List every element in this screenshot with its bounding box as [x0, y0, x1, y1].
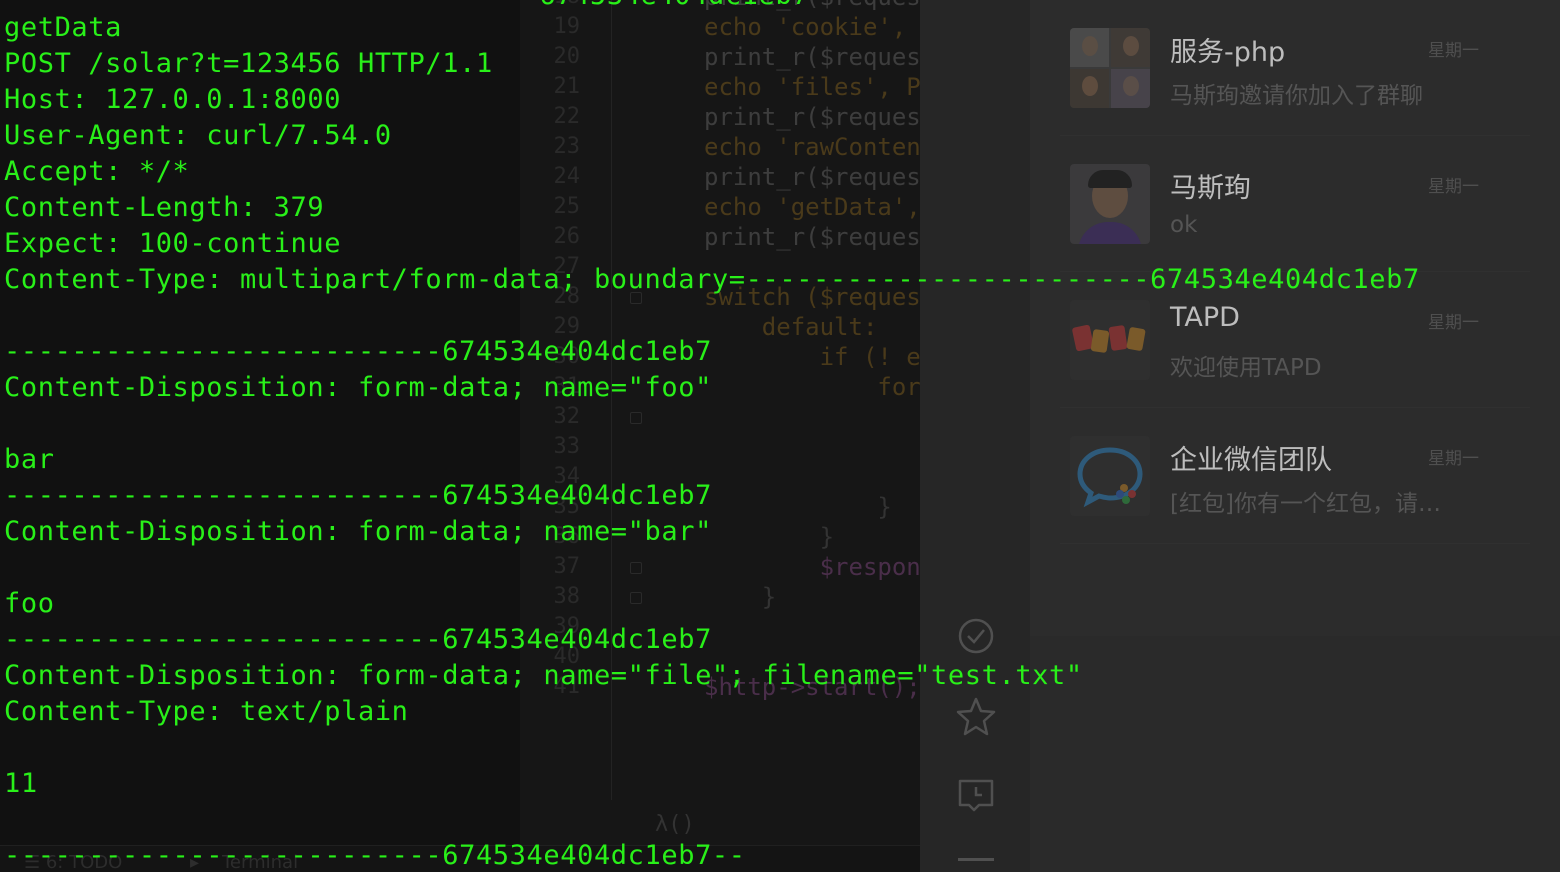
- code-line: fore: [704, 373, 920, 401]
- line-number: 33: [553, 434, 581, 459]
- conversation-item[interactable]: 服务-php 星期一 马斯珣邀请你加入了群聊: [1060, 0, 1530, 136]
- fold-marker-icon[interactable]: [630, 562, 642, 574]
- person-avatar: [1070, 164, 1150, 244]
- line-number: 21: [553, 74, 581, 99]
- code-line: if (! em: [704, 343, 920, 371]
- clock-message-icon[interactable]: [956, 776, 996, 816]
- line-number: 24: [553, 164, 581, 189]
- conversation-preview: 马斯珣邀请你加入了群聊: [1170, 83, 1423, 109]
- conversation-time: 星期一: [1428, 449, 1479, 469]
- code-line: print_r($reques: [704, 43, 920, 71]
- terminal-line: Content-Disposition: form-data; name="fi…: [4, 660, 1083, 691]
- line-number: 20: [553, 44, 581, 69]
- code-line: $respons: [704, 553, 920, 581]
- terminal-line: getData: [4, 12, 122, 43]
- lambda-label: λ(): [655, 812, 695, 837]
- fold-marker-icon[interactable]: [630, 592, 642, 604]
- line-number: 37: [553, 554, 581, 579]
- line-number: 32: [553, 404, 581, 429]
- line-number: 23: [553, 134, 581, 159]
- terminal-line: --------------------------674534e404dc1e…: [4, 480, 712, 511]
- terminal-line: User-Agent: curl/7.54.0: [4, 120, 392, 151]
- code-line: print_r($reques: [704, 163, 920, 191]
- chat-icon-strip: [920, 0, 1030, 872]
- more-icon[interactable]: [958, 858, 994, 861]
- conversation-preview: ok: [1170, 212, 1198, 238]
- terminal-line: foo: [4, 588, 55, 619]
- terminal-line: POST /solar?t=123456 HTTP/1.1: [4, 48, 493, 79]
- code-line: }: [704, 523, 835, 551]
- conversation-item[interactable]: 马斯珣 星期一 ok: [1060, 136, 1530, 272]
- code-line: }: [704, 493, 892, 521]
- fold-marker-icon[interactable]: [630, 412, 642, 424]
- conversation-time: 星期一: [1428, 177, 1479, 197]
- code-line: }: [704, 583, 777, 611]
- code-line: echo 'getData',: [704, 193, 920, 221]
- chat-app-panel: 服务-php 星期一 马斯珣邀请你加入了群聊 马斯珣 星期一 ok TAPD 星…: [920, 0, 1560, 872]
- star-icon[interactable]: [956, 696, 996, 736]
- line-number: 38: [553, 584, 581, 609]
- conversation-name: 马斯珣: [1170, 173, 1251, 204]
- terminal-line: Accept: */*: [4, 156, 190, 187]
- terminal-line: --------------------------674534e404dc1e…: [4, 336, 712, 367]
- terminal-line: Content-Disposition: form-data; name="ba…: [4, 516, 712, 547]
- conversation-preview: [红包]你有一个红包，请…: [1170, 491, 1441, 517]
- terminal-line: --------------------------674534e404dc1e…: [4, 840, 746, 871]
- terminal-line: Content-Length: 379: [4, 192, 325, 223]
- terminal-line: Host: 127.0.0.1:8000: [4, 84, 342, 115]
- code-editor-background: 1819202122232425262728293031323334353637…: [520, 0, 920, 872]
- conversation-name: 企业微信团队: [1170, 445, 1332, 476]
- conversation-time: 星期一: [1428, 41, 1479, 61]
- line-number: 22: [553, 104, 581, 129]
- conversation-list-empty-area: [1030, 636, 1560, 872]
- terminal-line: Content-Disposition: form-data; name="fo…: [4, 372, 712, 403]
- code-line: echo 'cookie', P: [704, 13, 920, 41]
- terminal-line: Expect: 100-continue: [4, 228, 342, 259]
- conversation-name: 服务-php: [1170, 37, 1286, 68]
- terminal-line: Content-Type: multipart/form-data; bound…: [4, 264, 1420, 295]
- code-line: echo 'rawConten: [704, 133, 920, 161]
- terminal-line: bar: [4, 444, 55, 475]
- conversation-name: TAPD: [1170, 302, 1240, 333]
- code-line: default:: [704, 313, 878, 341]
- conversation-preview: 欢迎使用TAPD: [1170, 355, 1322, 381]
- line-number: 25: [553, 194, 581, 219]
- terminal-line: Content-Type: text/plain: [4, 696, 409, 727]
- code-line: print_r($reques: [704, 103, 920, 131]
- wecom-logo: [1070, 436, 1150, 516]
- line-number: 26: [553, 224, 581, 249]
- terminal-line: --------------------------674534e404dc1e…: [4, 624, 712, 655]
- check-circle-icon[interactable]: [956, 616, 996, 656]
- conversation-item[interactable]: 企业微信团队 星期一 [红包]你有一个红包，请…: [1060, 408, 1530, 544]
- group-avatar: [1070, 28, 1150, 108]
- terminal-line: 11: [4, 768, 38, 799]
- code-line: print_r($reques: [704, 223, 920, 251]
- terminal-line-partial: ----674534e404dc1eb7: [472, 0, 809, 14]
- tapd-logo: [1070, 300, 1150, 380]
- conversation-time: 星期一: [1428, 313, 1479, 333]
- line-number: 19: [553, 14, 581, 39]
- code-line: echo 'files', PH: [704, 73, 920, 101]
